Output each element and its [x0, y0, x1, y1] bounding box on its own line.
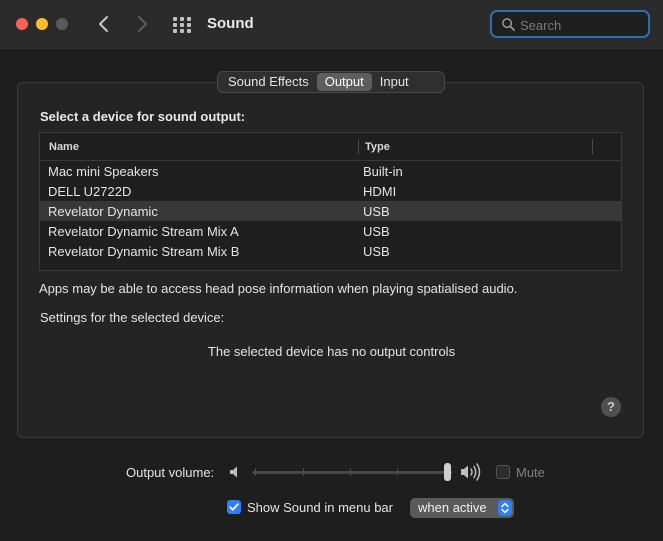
tab-bar: Sound Effects Output Input	[217, 71, 445, 93]
title-bar: Sound	[0, 0, 663, 51]
device-type: HDMI	[363, 184, 397, 199]
speaker-high-icon	[461, 463, 481, 481]
updown-arrows-icon	[498, 500, 512, 516]
device-name: DELL U2722D	[48, 184, 132, 199]
device-name: Revelator Dynamic	[48, 204, 158, 219]
search-icon	[502, 18, 515, 31]
output-volume-label: Output volume:	[126, 465, 215, 480]
search-field[interactable]	[490, 10, 650, 38]
device-table[interactable]: Name Type Mac mini Speakers Built-in DEL…	[39, 132, 622, 271]
mute-checkbox[interactable]	[496, 465, 510, 479]
device-settings-label: Settings for the selected device:	[40, 310, 225, 325]
device-name: Revelator Dynamic Stream Mix A	[48, 224, 239, 239]
table-row[interactable]: Revelator Dynamic Stream Mix A USB	[40, 221, 621, 241]
checkmark-icon	[229, 503, 239, 511]
tab-input[interactable]: Input	[372, 73, 417, 91]
column-divider[interactable]	[592, 139, 593, 154]
help-button[interactable]: ?	[601, 397, 621, 417]
grid-icon[interactable]	[172, 15, 192, 35]
show-in-menubar-checkbox[interactable]	[227, 500, 241, 514]
mute-label: Mute	[516, 465, 545, 480]
table-row[interactable]: Mac mini Speakers Built-in	[40, 161, 621, 181]
show-in-menubar-label: Show Sound in menu bar	[247, 500, 393, 515]
device-type: USB	[363, 204, 390, 219]
column-header-name[interactable]: Name	[49, 141, 79, 153]
device-type: USB	[363, 244, 390, 259]
volume-slider-knob[interactable]	[444, 463, 451, 481]
back-chevron-icon[interactable]	[92, 12, 116, 36]
column-divider[interactable]	[358, 139, 359, 154]
slider-tick	[303, 468, 304, 476]
spatial-audio-note: Apps may be able to access head pose inf…	[39, 281, 518, 296]
select-value: when active	[418, 500, 487, 515]
device-type: Built-in	[363, 164, 403, 179]
device-type: USB	[363, 224, 390, 239]
tab-sound-effects[interactable]: Sound Effects	[220, 73, 317, 91]
speaker-low-icon	[230, 466, 237, 478]
minimize-window-button[interactable]	[36, 18, 48, 30]
table-row-selected[interactable]: Revelator Dynamic USB	[40, 201, 621, 221]
close-window-button[interactable]	[16, 18, 28, 30]
window-title: Sound	[207, 15, 254, 32]
table-row[interactable]: DELL U2722D HDMI	[40, 181, 621, 201]
slider-tick	[397, 468, 398, 476]
slider-tick	[255, 468, 256, 476]
search-input[interactable]	[520, 16, 640, 34]
tab-output[interactable]: Output	[316, 73, 372, 91]
forward-chevron-icon[interactable]	[130, 12, 154, 36]
zoom-window-button[interactable]	[56, 18, 68, 30]
device-name: Mac mini Speakers	[48, 164, 159, 179]
device-name: Revelator Dynamic Stream Mix B	[48, 244, 240, 259]
column-header-type[interactable]: Type	[365, 141, 390, 153]
volume-slider-track[interactable]	[252, 471, 452, 474]
device-section-label: Select a device for sound output:	[40, 109, 246, 124]
no-controls-message: The selected device has no output contro…	[207, 344, 456, 359]
table-row[interactable]: Revelator Dynamic Stream Mix B USB	[40, 241, 621, 261]
menubar-visibility-select[interactable]: when active	[410, 498, 514, 518]
slider-tick	[350, 468, 351, 476]
table-header: Name Type	[40, 133, 621, 161]
